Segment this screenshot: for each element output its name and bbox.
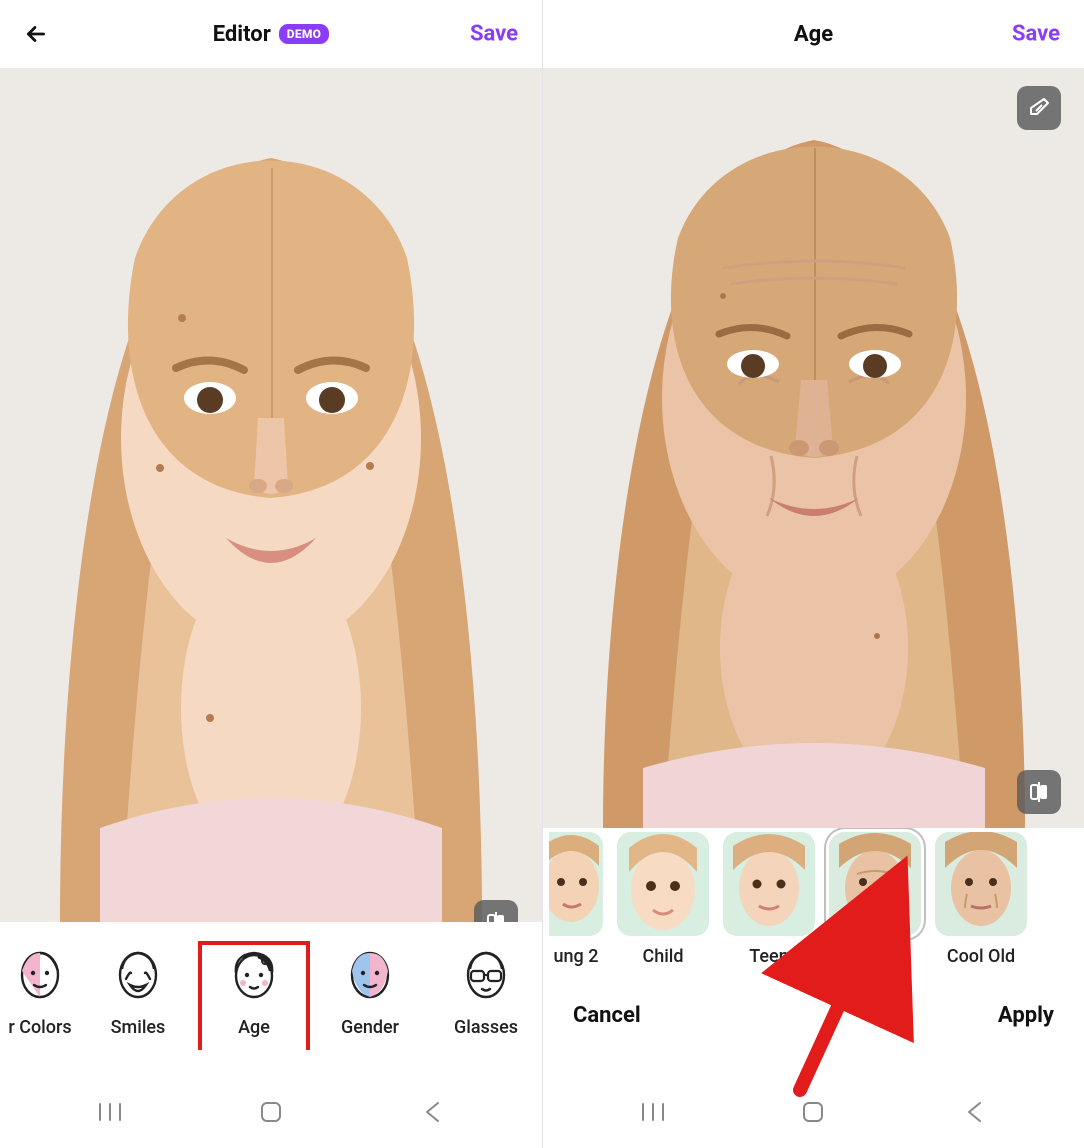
age-title: Age <box>794 22 833 47</box>
filter-label: Teen <box>749 946 788 967</box>
filter-thumb <box>617 832 709 936</box>
category-label: Glasses <box>454 1017 518 1038</box>
save-button[interactable]: Save <box>1012 22 1060 47</box>
face-age-icon <box>226 947 282 1003</box>
android-navbar <box>0 1076 542 1148</box>
filter-young2[interactable]: ung 2 <box>549 832 603 967</box>
compare-button[interactable] <box>474 900 518 922</box>
filter-thumb <box>829 832 921 936</box>
filter-label: Cool Old <box>947 946 1015 967</box>
age-image-area <box>543 68 1084 828</box>
face-colors-icon <box>12 947 68 1003</box>
compare-button[interactable] <box>1017 770 1061 814</box>
portrait-original <box>0 68 542 922</box>
category-smiles[interactable]: Smiles <box>80 947 196 1038</box>
nav-back-icon[interactable] <box>954 1092 994 1132</box>
face-smile-icon <box>110 947 166 1003</box>
age-pane: Age Save <box>542 0 1084 1148</box>
demo-badge: DEMO <box>279 24 330 44</box>
category-gender[interactable]: Gender <box>312 947 428 1038</box>
nav-recents-icon[interactable] <box>90 1092 130 1132</box>
face-gender-icon <box>342 947 398 1003</box>
apply-button[interactable]: Apply <box>998 1003 1054 1028</box>
editor-header: Editor DEMO Save <box>0 0 542 68</box>
category-label: Smiles <box>111 1017 166 1038</box>
category-glasses[interactable]: Glasses <box>428 947 542 1038</box>
nav-back-icon[interactable] <box>412 1092 452 1132</box>
editor-pane: Editor DEMO Save <box>0 0 542 1148</box>
save-button[interactable]: Save <box>470 22 518 47</box>
nav-home-icon[interactable] <box>251 1092 291 1132</box>
filter-label: ung 2 <box>554 946 599 967</box>
category-label: r Colors <box>8 1017 71 1038</box>
filter-label: Old <box>861 946 888 967</box>
compare-icon <box>1027 780 1051 804</box>
category-label: Age <box>238 1017 270 1038</box>
editor-title: Editor <box>213 22 271 47</box>
category-row[interactable]: r Colors Smiles Age Gender <box>0 922 542 1050</box>
filter-label: Child <box>642 946 683 967</box>
age-header: Age Save <box>543 0 1084 68</box>
back-button[interactable] <box>20 18 52 50</box>
editor-title-group: Editor DEMO <box>213 22 330 47</box>
filter-cool-old[interactable]: Cool Old <box>935 832 1027 967</box>
filter-thumb <box>935 832 1027 936</box>
filter-thumb <box>549 832 603 936</box>
eraser-icon <box>1027 96 1051 120</box>
age-action-row: Cancel Apply <box>543 982 1084 1048</box>
age-filter-row[interactable]: ung 2 Child Teen Old <box>543 828 1084 982</box>
face-glasses-icon <box>458 947 514 1003</box>
category-label: Gender <box>341 1017 399 1038</box>
filter-teen[interactable]: Teen <box>723 832 815 967</box>
nav-recents-icon[interactable] <box>633 1092 673 1132</box>
filter-thumb <box>723 832 815 936</box>
portrait-aged <box>543 68 1084 828</box>
back-arrow-icon <box>23 21 49 47</box>
age-title-group: Age <box>794 22 833 47</box>
filter-child[interactable]: Child <box>617 832 709 967</box>
category-age[interactable]: Age <box>196 947 312 1038</box>
filter-old[interactable]: Old <box>829 832 921 967</box>
cancel-button[interactable]: Cancel <box>573 1003 641 1028</box>
nav-home-icon[interactable] <box>793 1092 833 1132</box>
editor-image-area <box>0 68 542 922</box>
compare-icon <box>484 910 508 922</box>
android-navbar <box>543 1076 1084 1148</box>
category-colors[interactable]: r Colors <box>0 947 80 1038</box>
eraser-button[interactable] <box>1017 86 1061 130</box>
